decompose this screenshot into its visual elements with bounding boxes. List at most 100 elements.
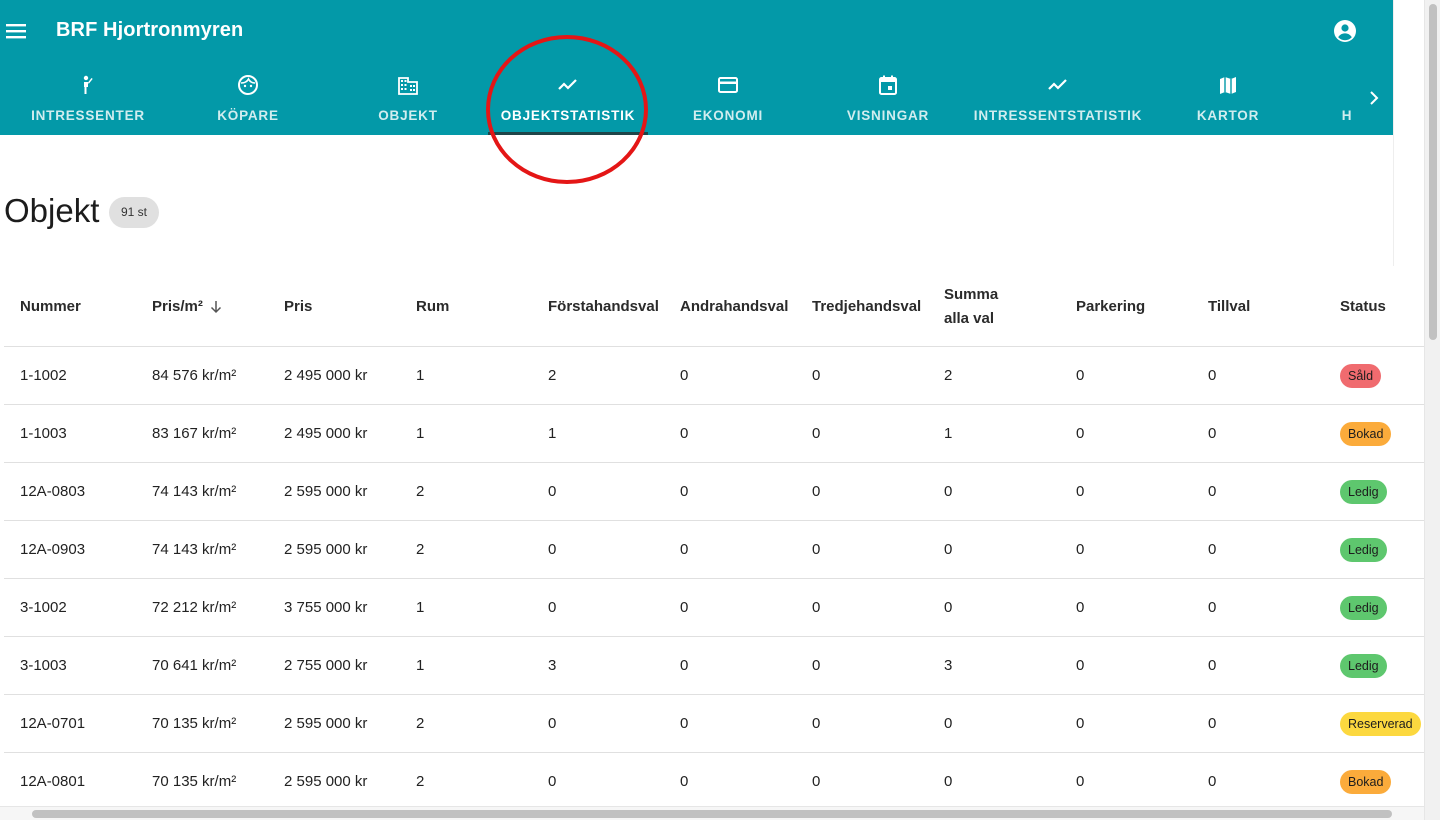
toolbar: BRF Hjortronmyren [0,0,1393,62]
cell-pris-m2: 84 576 kr/m² [152,367,237,384]
cell-summa: 0 [944,483,953,500]
horizontal-scrollbar[interactable] [0,806,1424,820]
column-header-label: Rum [416,297,450,315]
cell-summa: 0 [944,541,953,558]
cell-pris: 2 595 000 kr [284,773,368,790]
column-header-pris-m2[interactable]: Pris/m² [152,266,223,347]
table-row[interactable]: 1-1002 84 576 kr/m² 2 495 000 kr 1 2 0 0 2 0 0 Sål… [4,347,1424,405]
account-circle-icon[interactable] [1333,19,1357,43]
table-row[interactable]: 12A-0803 74 143 kr/m² 2 595 000 kr 2 0 0 0 0 0 0 L… [4,463,1424,521]
chevron-right-icon[interactable] [1360,84,1388,112]
cell-tredjehandsval: 0 [812,367,821,384]
status-badge: Bokad [1340,422,1392,446]
cell-forstahandsval: 0 [548,715,557,732]
tab-ekonomi[interactable]: EKONOMI [648,62,808,135]
tab-objekt[interactable]: OBJEKT [328,62,488,135]
column-header-rum[interactable]: Rum [416,266,449,347]
cell-pris-m2: 70 641 kr/m² [152,657,237,674]
column-header-label: Nummer [20,297,81,315]
arrow-down-icon[interactable] [209,300,223,314]
tab-kopare[interactable]: KÖPARE [168,62,328,135]
cell-tillval: 0 [1208,773,1217,790]
tab-intressentstatistik[interactable]: INTRESSENTSTATISTIK [968,62,1148,135]
column-header-tillval[interactable]: Tillval [1208,266,1250,347]
cell-forstahandsval: 2 [548,367,557,384]
menu-icon[interactable] [6,20,26,42]
cell-pris-m2: 72 212 kr/m² [152,599,237,616]
vertical-scrollbar[interactable] [1424,0,1440,820]
cell-forstahandsval: 3 [548,657,557,674]
face-icon [238,75,258,95]
cell-rum: 1 [416,657,425,674]
cell-tredjehandsval: 0 [812,599,821,616]
column-header-nummer[interactable]: Nummer [20,266,81,347]
table-row[interactable]: 12A-0801 70 135 kr/m² 2 595 000 kr 2 0 0 0 0 0 0 B… [4,753,1424,806]
column-header-forstahandsval[interactable]: Förstahandsval [548,266,659,347]
cell-pris-m2: 70 135 kr/m² [152,773,237,790]
status-badge: Ledig [1340,596,1387,620]
calendar-icon [879,75,897,95]
table-row[interactable]: 3-1002 72 212 kr/m² 3 755 000 kr 1 0 0 0 0 0 0 Led… [4,579,1424,637]
app-bar: BRF Hjortronmyren INTRESSENTER KÖPARE OB… [0,0,1393,135]
cell-nummer: 1-1002 [20,367,67,384]
column-header-andrahandsval[interactable]: Andrahandsval [680,266,788,347]
cell-forstahandsval: 0 [548,773,557,790]
tab-label: OBJEKTSTATISTIK [500,108,636,123]
cell-pris: 2 595 000 kr [284,483,368,500]
tab-objektstatistik[interactable]: OBJEKTSTATISTIK [488,62,648,135]
cell-nummer: 12A-0803 [20,483,86,500]
cell-forstahandsval: 0 [548,541,557,558]
tab-label: EKONOMI [692,108,764,123]
cell-tillval: 0 [1208,367,1217,384]
tab-label: INTRESSENTSTATISTIK [973,108,1143,123]
cell-pris-m2: 70 135 kr/m² [152,715,237,732]
cell-tredjehandsval: 0 [812,541,821,558]
cell-tillval: 0 [1208,425,1217,442]
cell-tillval: 0 [1208,599,1217,616]
cell-pris: 2 495 000 kr [284,367,368,384]
tab-label: VISNINGAR [846,108,930,123]
vertical-scrollbar-thumb[interactable] [1429,4,1437,340]
tab-label: KARTOR [1196,108,1260,123]
tab-label: KÖPARE [217,108,279,123]
cell-parkering: 0 [1076,715,1085,732]
map-icon [1220,77,1236,94]
cell-tillval: 0 [1208,541,1217,558]
table-row[interactable]: 1-1003 83 167 kr/m² 2 495 000 kr 1 1 0 0 1 0 0 Bok… [4,405,1424,463]
table-row[interactable]: 3-1003 70 641 kr/m² 2 755 000 kr 1 3 0 0 3 0 0 Led… [4,637,1424,695]
cell-pris: 2 755 000 kr [284,657,368,674]
cell-tillval: 0 [1208,483,1217,500]
cell-nummer: 12A-0903 [20,541,86,558]
cell-parkering: 0 [1076,599,1085,616]
cell-parkering: 0 [1076,541,1085,558]
status-badge: Reserverad [1340,712,1421,736]
column-header-pris[interactable]: Pris [284,266,312,347]
cell-andrahandsval: 0 [680,541,689,558]
column-header-label: Pris [284,297,313,315]
tab-kartor[interactable]: KARTOR [1148,62,1308,135]
cell-summa: 1 [944,425,953,442]
horizontal-scrollbar-thumb[interactable] [32,810,1392,818]
tab-visningar[interactable]: VISNINGAR [808,62,968,135]
cell-pris: 2 595 000 kr [284,541,368,558]
person-wave-icon [83,75,93,94]
tab-intressenter[interactable]: INTRESSENTER [8,62,168,135]
table-row[interactable]: 12A-0701 70 135 kr/m² 2 595 000 kr 2 0 0 0 0 0 0 R… [4,695,1424,753]
cell-pris: 2 495 000 kr [284,425,368,442]
column-header-label: Pris/m² [152,297,203,315]
column-header-summa[interactable]: Summa alla val [944,266,1014,347]
column-header-tredjehandsval[interactable]: Tredjehandsval [812,266,921,347]
cell-nummer: 3-1003 [20,657,67,674]
column-header-label: Förstahandsval [548,297,659,315]
table-row[interactable]: 12A-0903 74 143 kr/m² 2 595 000 kr 2 0 0 0 0 0 0 L… [4,521,1424,579]
cell-andrahandsval: 0 [680,657,689,674]
cell-andrahandsval: 0 [680,425,689,442]
cell-summa: 0 [944,773,953,790]
column-header-parkering[interactable]: Parkering [1076,266,1145,347]
cell-nummer: 1-1003 [20,425,67,442]
trending-line-icon [1048,79,1067,90]
column-header-status[interactable]: Status [1340,266,1386,347]
cell-pris-m2: 74 143 kr/m² [152,483,237,500]
active-tab-indicator [488,132,648,135]
column-header-label: Tillval [1208,297,1251,315]
